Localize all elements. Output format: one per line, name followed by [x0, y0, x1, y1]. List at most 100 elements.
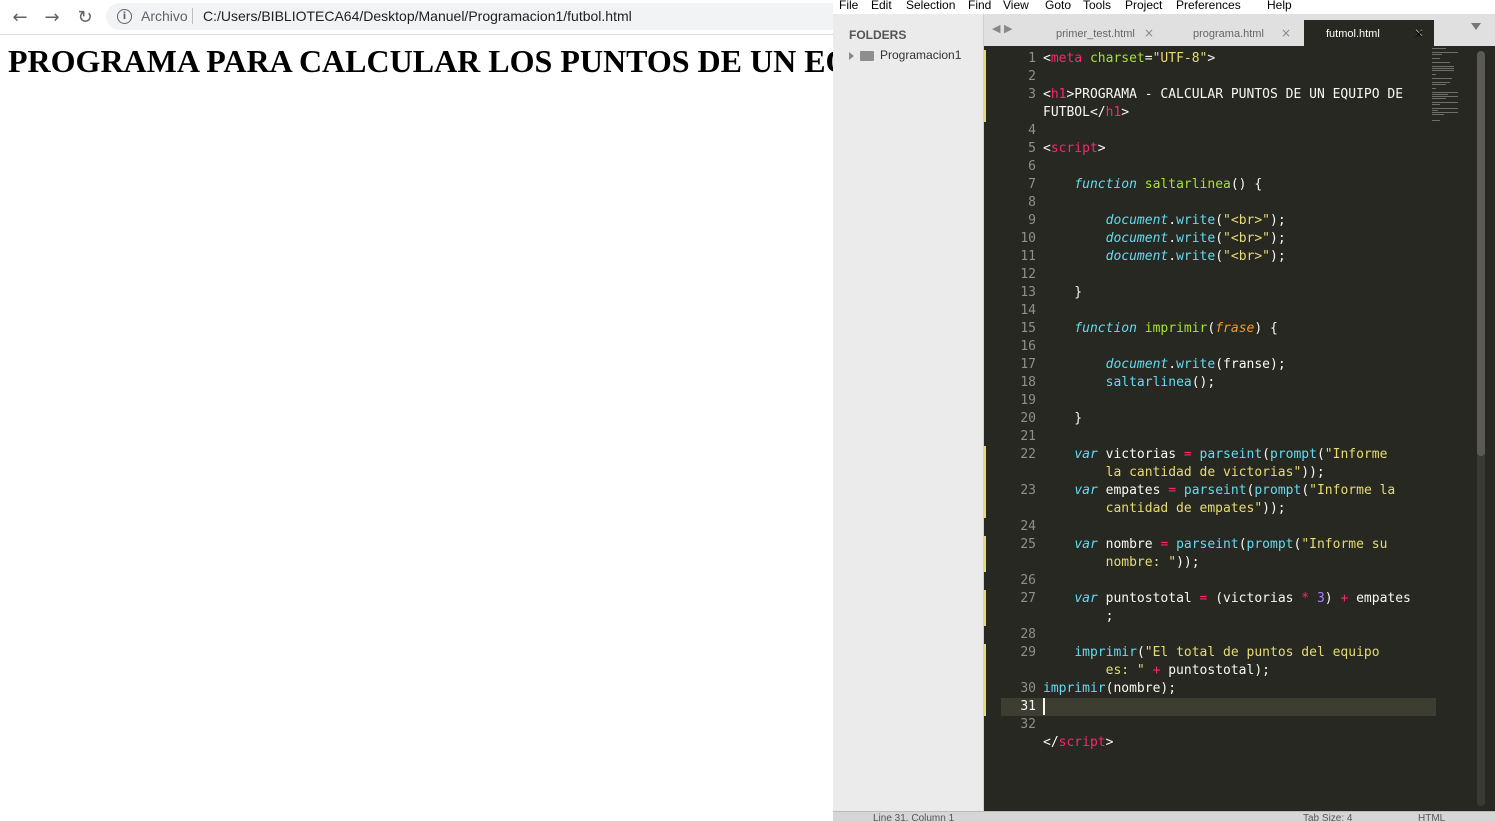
- code-line: la cantidad de victorias"));: [1043, 464, 1325, 482]
- info-icon[interactable]: i: [117, 9, 132, 24]
- code-token: document: [1105, 231, 1169, 246]
- minimap-line: [1432, 58, 1440, 59]
- line-number: 7: [1028, 177, 1036, 192]
- back-arrow-icon[interactable]: ←: [9, 6, 31, 28]
- menu-item-goto[interactable]: Goto: [1045, 0, 1071, 12]
- code-token: "<br>": [1223, 213, 1271, 228]
- code-line: var nombre = parseint(prompt("Informe su: [1043, 536, 1387, 554]
- forward-arrow-icon[interactable]: →: [41, 6, 63, 28]
- minimap[interactable]: [1430, 46, 1480, 136]
- line-number: 25: [1020, 537, 1036, 552]
- expand-arrow-icon[interactable]: [849, 51, 854, 60]
- address-bar[interactable]: i Archivo C:/Users/BIBLIOTECA64/Desktop/…: [106, 3, 846, 30]
- code-line: document.write("<br>");: [1043, 248, 1286, 266]
- code-token: =: [1168, 483, 1177, 498]
- close-icon[interactable]: ×: [1281, 26, 1291, 40]
- omnibox-divider: [192, 8, 193, 24]
- line-number: 29: [1020, 645, 1036, 660]
- code-token: ) {: [1254, 321, 1278, 336]
- tab-primer-test-html[interactable]: primer_test.html ×: [1034, 20, 1164, 46]
- code-line: function saltarlinea() {: [1043, 176, 1262, 194]
- status-bar: Line 31, Column 1 Tab Size: 4 HTML: [833, 811, 1495, 821]
- line-number: 2: [1028, 69, 1036, 84]
- tab-programa-html[interactable]: programa.html ×: [1171, 20, 1301, 46]
- code-token: script: [1050, 141, 1098, 156]
- code-token: "UTF-8": [1152, 51, 1208, 66]
- menu-item-tools[interactable]: Tools: [1083, 0, 1111, 12]
- code-token: (: [1262, 447, 1270, 462]
- code-line: document.write("<br>");: [1043, 212, 1286, 230]
- code-token: document: [1105, 357, 1169, 372]
- code-token: (: [1301, 483, 1310, 498]
- menu-item-help[interactable]: Help: [1267, 0, 1292, 12]
- minimap-line: [1432, 54, 1442, 55]
- code-token: parseint: [1199, 447, 1263, 462]
- code-token: ));: [1262, 501, 1286, 516]
- code-token: frase: [1215, 321, 1255, 336]
- menu-item-view[interactable]: View: [1003, 0, 1029, 12]
- close-icon[interactable]: ×: [1144, 26, 1154, 40]
- menu-item-selection[interactable]: Selection: [906, 0, 955, 12]
- folder-item-programacion1[interactable]: Programacion1: [849, 48, 961, 62]
- code-line: }: [1043, 410, 1082, 428]
- scrollbar-thumb[interactable]: [1477, 51, 1485, 456]
- minimap-line: [1432, 84, 1446, 85]
- tab-menu-chevron-down-icon[interactable]: [1471, 23, 1481, 30]
- modified-line-marker: [984, 590, 986, 626]
- code-token: saltarlinea: [1105, 375, 1192, 390]
- line-number: 11: [1020, 249, 1036, 264]
- current-line-highlight: [1036, 698, 1436, 716]
- url-text[interactable]: C:/Users/BIBLIOTECA64/Desktop/Manuel/Pro…: [203, 8, 632, 24]
- code-token: var: [1074, 447, 1098, 462]
- code-line: function imprimir(frase) {: [1043, 320, 1278, 338]
- line-number: 27: [1020, 591, 1036, 606]
- minimap-line: [1432, 110, 1438, 111]
- code-token: .: [1168, 231, 1177, 246]
- menu-item-file[interactable]: File: [839, 0, 858, 12]
- code-token: la cantidad de victorias": [1043, 465, 1302, 480]
- line-number: 18: [1020, 375, 1036, 390]
- menu-item-find[interactable]: Find: [968, 0, 991, 12]
- code-token: meta: [1050, 51, 1083, 66]
- line-number: 10: [1020, 231, 1036, 246]
- code-token: prompt: [1246, 537, 1294, 552]
- line-number: 15: [1020, 321, 1036, 336]
- code-token: ();: [1191, 375, 1216, 390]
- status-tab-size[interactable]: Tab Size: 4: [1303, 813, 1352, 821]
- code-token: puntostotal: [1097, 591, 1200, 606]
- line-number: 1: [1028, 51, 1036, 66]
- code-token: imprimir: [1043, 681, 1106, 696]
- code-token: <: [1043, 51, 1051, 66]
- code-line: ;: [1043, 608, 1114, 626]
- code-token: =: [1144, 51, 1153, 66]
- code-token: ));: [1176, 555, 1200, 570]
- code-token: empates: [1348, 591, 1411, 606]
- code-line: </script>: [1043, 734, 1113, 752]
- reload-icon[interactable]: ↻: [74, 6, 96, 28]
- tab-label: programa.html: [1193, 28, 1264, 40]
- code-editor[interactable]: 1 2 3 4 5 6 7 8 9 10 11 12 13 14 15 16 17 18 19 20 21 22 23 24 2…: [984, 46, 1495, 811]
- status-syntax[interactable]: HTML: [1418, 813, 1445, 821]
- tab-nav-arrows-icon[interactable]: ◀ ▶: [992, 22, 1012, 35]
- minimap-line: [1432, 66, 1454, 67]
- modified-line-marker: [984, 680, 986, 698]
- code-token: >: [1097, 141, 1106, 156]
- minimap-line: [1432, 88, 1436, 89]
- minimap-line: [1432, 102, 1458, 103]
- vertical-scrollbar[interactable]: [1477, 51, 1485, 806]
- line-number: 9: [1028, 213, 1036, 228]
- close-icon[interactable]: ×: [1414, 26, 1423, 44]
- code-token: cantidad de empates": [1043, 501, 1263, 516]
- code-token: }: [1043, 285, 1083, 300]
- minimap-line: [1432, 94, 1448, 95]
- menu-item-project[interactable]: Project: [1125, 0, 1162, 12]
- menu-item-preferences[interactable]: Preferences: [1176, 0, 1241, 12]
- menu-item-edit[interactable]: Edit: [871, 0, 892, 12]
- code-token: "Informe la: [1309, 483, 1396, 498]
